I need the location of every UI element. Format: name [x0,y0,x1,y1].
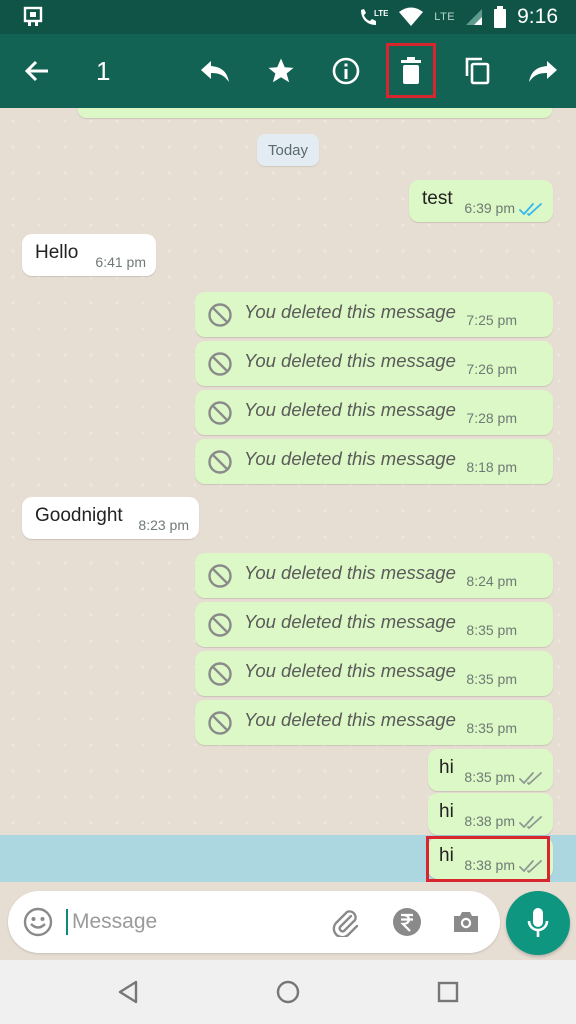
text-cursor [66,909,68,935]
reply-button[interactable] [192,48,238,94]
network-type: LTE [434,11,456,23]
outgoing-message-bubble[interactable]: hi 8:35 pm [428,749,553,791]
deleted-message-bubble[interactable]: You deleted this message 7:26 pm [195,341,553,386]
message-text: Hello [35,242,79,263]
deleted-message-icon [208,450,232,474]
message-time: 8:35 pm [466,671,517,687]
svg-text:LTE: LTE [374,9,388,18]
deleted-message-bubble[interactable]: You deleted this message 7:25 pm [195,292,553,337]
message-text: hi [439,801,454,822]
message-time: 7:26 pm [466,361,517,377]
message-time: 8:35 pm [466,720,517,736]
selection-action-bar: 1 [0,34,576,108]
double-tick-icon [519,772,542,785]
star-button[interactable] [258,48,304,94]
double-tick-icon [519,203,542,216]
status-bar: LTE LTE 9:16 [0,0,576,34]
date-chip: Today [257,134,319,166]
message-text: hi [439,757,454,778]
message-text: You deleted this message [244,350,456,371]
message-text: You deleted this message [244,660,456,681]
volte-call-icon: LTE [361,9,388,25]
deleted-message-bubble[interactable]: You deleted this message 8:35 pm [195,602,553,647]
message-text: You deleted this message [244,399,456,420]
signal-icon [466,9,483,25]
deleted-message-icon [208,662,232,686]
message-time: 6:39 pm [464,200,515,216]
mic-button[interactable] [506,891,570,955]
battery-icon [494,6,507,28]
deleted-message-bubble[interactable]: You deleted this message 7:28 pm [195,390,553,435]
message-time: 8:38 pm [464,813,515,829]
camera-icon[interactable] [451,907,481,937]
double-tick-icon [519,816,542,829]
deleted-message-icon [208,352,232,376]
message-time: 8:23 pm [138,517,189,533]
outgoing-message-bubble[interactable]: test 6:39 pm [409,180,553,222]
back-triangle-icon[interactable] [114,978,142,1006]
mic-icon [527,908,549,937]
message-text: You deleted this message [244,709,456,730]
deleted-message-icon [208,401,232,425]
copy-button[interactable] [455,48,501,94]
deleted-message-icon [208,303,232,327]
deleted-message-bubble[interactable]: You deleted this message 8:35 pm [195,700,553,745]
star-icon [268,58,294,83]
reply-icon [201,61,229,82]
deleted-message-icon [208,613,232,637]
message-text: You deleted this message [244,611,456,632]
system-nav-bar [0,960,576,1024]
message-input[interactable] [72,905,322,939]
back-button[interactable] [14,48,60,94]
chat-messages[interactable]: Today test 6:39 pm Hello 6:41 pm You deleted… [0,108,576,884]
message-text: You deleted this message [244,448,456,469]
message-time: 8:18 pm [466,459,517,475]
message-text: You deleted this message [244,301,456,322]
selected-message-highlight [426,836,550,882]
home-circle-icon[interactable] [274,978,302,1006]
message-time: 7:25 pm [466,312,517,328]
incoming-message-bubble[interactable]: Goodnight 8:23 pm [22,497,199,539]
message-composer [8,891,500,953]
recents-square-icon[interactable] [434,978,462,1006]
previous-message-bubble[interactable] [78,108,552,118]
forward-button[interactable] [520,48,566,94]
deleted-message-bubble[interactable]: You deleted this message 8:24 pm [195,553,553,598]
delete-button-highlight [386,43,436,98]
message-text: test [422,188,453,209]
message-time: 8:35 pm [466,622,517,638]
deleted-message-bubble[interactable]: You deleted this message 8:18 pm [195,439,553,484]
message-time: 8:24 pm [466,573,517,589]
deleted-message-icon [208,711,232,735]
notification-icon [23,6,43,26]
rupee-payment-icon[interactable] [392,907,422,937]
outgoing-message-bubble[interactable]: hi 8:38 pm [428,793,553,835]
attach-icon[interactable] [330,907,360,937]
emoji-icon[interactable] [22,906,54,938]
message-time: 6:41 pm [95,254,146,270]
wifi-icon [399,7,424,26]
clock: 9:16 [517,5,558,28]
message-time: 7:28 pm [466,410,517,426]
forward-icon [529,61,557,82]
copy-icon [465,57,490,85]
incoming-message-bubble[interactable]: Hello 6:41 pm [22,234,156,276]
selected-count: 1 [96,56,111,86]
message-text: Goodnight [35,505,123,526]
message-time: 8:35 pm [464,769,515,785]
deleted-message-icon [208,564,232,588]
back-arrow-icon [24,60,48,82]
deleted-message-bubble[interactable]: You deleted this message 8:35 pm [195,651,553,696]
info-button[interactable] [323,48,369,94]
message-text: You deleted this message [244,562,456,583]
info-icon [332,57,360,85]
